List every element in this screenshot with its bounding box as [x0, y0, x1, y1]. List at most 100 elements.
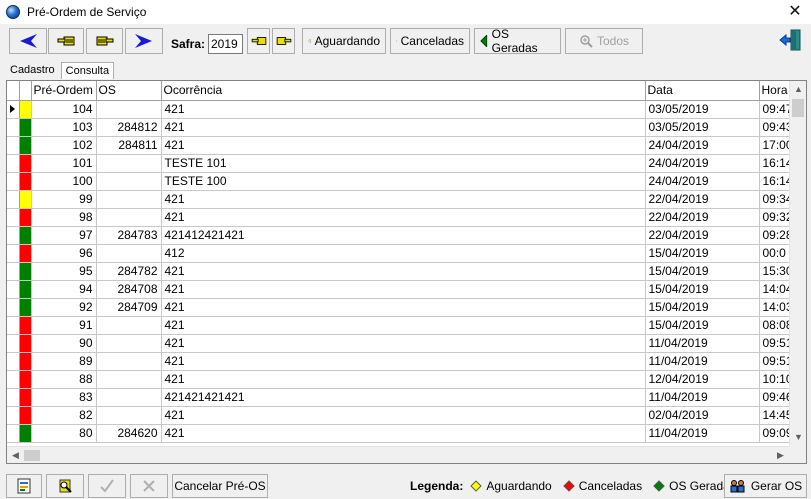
table-row[interactable]: 83 421421421421 11/04/2019 09:46: [7, 388, 797, 407]
filter-todos-button[interactable]: Todos: [565, 28, 643, 54]
table-row[interactable]: 104 421 03/05/2019 09:47: [7, 100, 797, 119]
gerar-os-button[interactable]: Gerar OS: [724, 474, 807, 498]
legend-title: Legenda:: [410, 479, 464, 493]
status-color-cell: [19, 352, 32, 371]
table-row[interactable]: 82 421 02/04/2019 14:45: [7, 406, 797, 425]
status-color-cell: [19, 154, 32, 173]
table-row[interactable]: 99 421 22/04/2019 09:34: [7, 190, 797, 209]
os-cell: 284709: [96, 298, 162, 317]
table-row[interactable]: 103 284812 421 03/05/2019 09:43: [7, 118, 797, 137]
header-indicator-cell: [7, 81, 20, 101]
check-icon: [100, 479, 114, 493]
ocorrencia-cell: TESTE 100: [161, 172, 646, 191]
table-row[interactable]: 101 TESTE 101 24/04/2019 16:14: [7, 154, 797, 173]
row-indicator-cell: [7, 424, 20, 443]
safra-prev-button[interactable]: [247, 28, 270, 54]
grid-header-row: Pré-Ordem OS Ocorrência Data Hora: [7, 81, 797, 101]
row-indicator-cell: [7, 172, 20, 191]
find-icon: [59, 479, 72, 493]
last-record-button[interactable]: [86, 28, 123, 54]
pointing-hand-right-icon: [276, 37, 291, 45]
ocorrencia-cell: 421: [161, 406, 646, 425]
column-header-pre-ordem[interactable]: Pré-Ordem: [31, 81, 97, 101]
table-row[interactable]: 102 284811 421 24/04/2019 17:00: [7, 136, 797, 155]
table-row[interactable]: 80 284620 421 11/04/2019 09:09: [7, 424, 797, 443]
ocorrencia-cell: 421: [161, 262, 646, 281]
delete-button[interactable]: [130, 474, 168, 498]
table-row[interactable]: 90 421 11/04/2019 09:51: [7, 334, 797, 353]
scroll-right-icon[interactable]: ▶: [772, 447, 789, 463]
pre-ordem-cell: 94: [31, 280, 97, 299]
table-row[interactable]: 98 421 22/04/2019 09:32: [7, 208, 797, 227]
print-button[interactable]: [6, 474, 42, 498]
scroll-left-icon[interactable]: ◀: [7, 447, 24, 463]
table-row[interactable]: 88 421 12/04/2019 10:10: [7, 370, 797, 389]
os-cell: [96, 100, 162, 119]
table-row[interactable]: 95 284782 421 15/04/2019 15:30: [7, 262, 797, 281]
scroll-down-icon[interactable]: ▼: [790, 429, 806, 446]
exit-button[interactable]: [778, 28, 802, 55]
pointing-hand-right-icon: [96, 36, 113, 46]
horizontal-scrollbar[interactable]: ◀ ▶: [7, 446, 789, 463]
ocorrencia-cell: 421: [161, 424, 646, 443]
vertical-scroll-thumb[interactable]: [792, 99, 804, 117]
data-cell: 15/04/2019: [645, 298, 760, 317]
data-cell: 11/04/2019: [645, 352, 760, 371]
table-row[interactable]: 100 TESTE 100 24/04/2019 16:14: [7, 172, 797, 191]
column-header-os[interactable]: OS: [96, 81, 162, 101]
green-chevron-left-icon: [480, 35, 488, 47]
tab-consulta[interactable]: Consulta: [60, 62, 115, 79]
os-cell: 284620: [96, 424, 162, 443]
row-indicator-cell: [7, 226, 20, 245]
status-color-cell: [19, 370, 32, 389]
grid-table: Pré-Ordem OS Ocorrência Data Hora 104 421…: [7, 81, 797, 443]
data-cell: 15/04/2019: [645, 262, 760, 281]
red-diamond-icon: [563, 480, 575, 492]
filter-canceladas-button[interactable]: Canceladas: [390, 28, 470, 54]
vertical-scrollbar[interactable]: ▲ ▼: [789, 81, 806, 446]
os-cell: [96, 334, 162, 353]
safra-input[interactable]: [208, 34, 243, 54]
column-header-data[interactable]: Data: [645, 81, 760, 101]
magnifier-icon: [580, 35, 593, 48]
grid-body: 104 421 03/05/2019 09:47 103 284812 421 03/05/2…: [7, 100, 797, 443]
title-bar: Pré-Ordem de Serviço ✕: [0, 0, 811, 24]
search-records-button[interactable]: [46, 474, 84, 498]
table-row[interactable]: 89 421 11/04/2019 09:51: [7, 352, 797, 371]
table-row[interactable]: 91 421 15/04/2019 08:08: [7, 316, 797, 335]
pre-ordem-cell: 90: [31, 334, 97, 353]
cancelar-pre-os-button[interactable]: Cancelar Pré-OS: [172, 474, 268, 498]
table-row[interactable]: 97 284783 421412421421 22/04/2019 09:28: [7, 226, 797, 245]
column-header-ocorrencia[interactable]: Ocorrência: [161, 81, 646, 101]
table-row[interactable]: 94 284708 421 15/04/2019 14:04: [7, 280, 797, 299]
table-row[interactable]: 92 284709 421 15/04/2019 14:03: [7, 298, 797, 317]
horizontal-scroll-thumb[interactable]: [24, 450, 40, 461]
header-status-cell: [19, 81, 32, 101]
table-row[interactable]: 96 412 15/04/2019 00:0: [7, 244, 797, 263]
ocorrencia-cell: 421: [161, 280, 646, 299]
filter-todos-label: Todos: [596, 34, 630, 48]
next-button[interactable]: [125, 28, 163, 54]
os-cell: [96, 154, 162, 173]
status-color-cell: [19, 100, 32, 119]
first-record-button[interactable]: [48, 28, 84, 54]
data-cell: 03/05/2019: [645, 100, 760, 119]
tab-cadastro[interactable]: Cadastro: [6, 62, 59, 78]
pointing-hand-left-icon: [251, 37, 266, 45]
pre-ordem-cell: 96: [31, 244, 97, 263]
status-color-cell: [19, 406, 32, 425]
previous-button[interactable]: [9, 28, 47, 54]
close-button[interactable]: ✕: [785, 2, 805, 22]
data-cell: 24/04/2019: [645, 136, 760, 155]
scroll-up-icon[interactable]: ▲: [790, 81, 806, 98]
os-cell: [96, 208, 162, 227]
ocorrencia-cell: 421: [161, 352, 646, 371]
filter-os-geradas-button[interactable]: OS Geradas: [474, 27, 561, 55]
yellow-chevron-left-icon: [308, 38, 311, 44]
os-cell: 284782: [96, 262, 162, 281]
confirm-button[interactable]: [88, 474, 126, 498]
os-cell: [96, 352, 162, 371]
filter-aguardando-button[interactable]: Aguardando: [302, 28, 386, 54]
safra-next-button[interactable]: [272, 28, 295, 54]
tab-strip: Cadastro Consulta: [6, 58, 115, 79]
